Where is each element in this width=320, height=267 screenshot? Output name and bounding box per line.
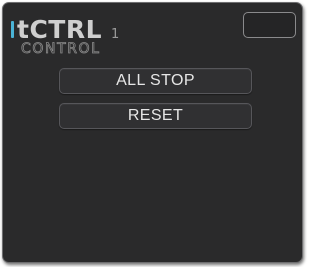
logo-accent-bar [11, 21, 14, 38]
logo-number: 1 [111, 27, 119, 42]
display-box[interactable] [243, 12, 296, 38]
tctrl-logo-graphic: tCTRL 1 CONTROL [11, 15, 119, 57]
logo-sub-text: CONTROL [21, 41, 101, 57]
tctrl-logo: tCTRL 1 CONTROL [10, 7, 140, 57]
reset-button[interactable]: RESET [59, 103, 252, 129]
logo-main-text: tCTRL [17, 15, 102, 44]
control-panel: tCTRL 1 CONTROL ALL STOP RESET [2, 2, 303, 263]
all-stop-button[interactable]: ALL STOP [59, 68, 252, 94]
